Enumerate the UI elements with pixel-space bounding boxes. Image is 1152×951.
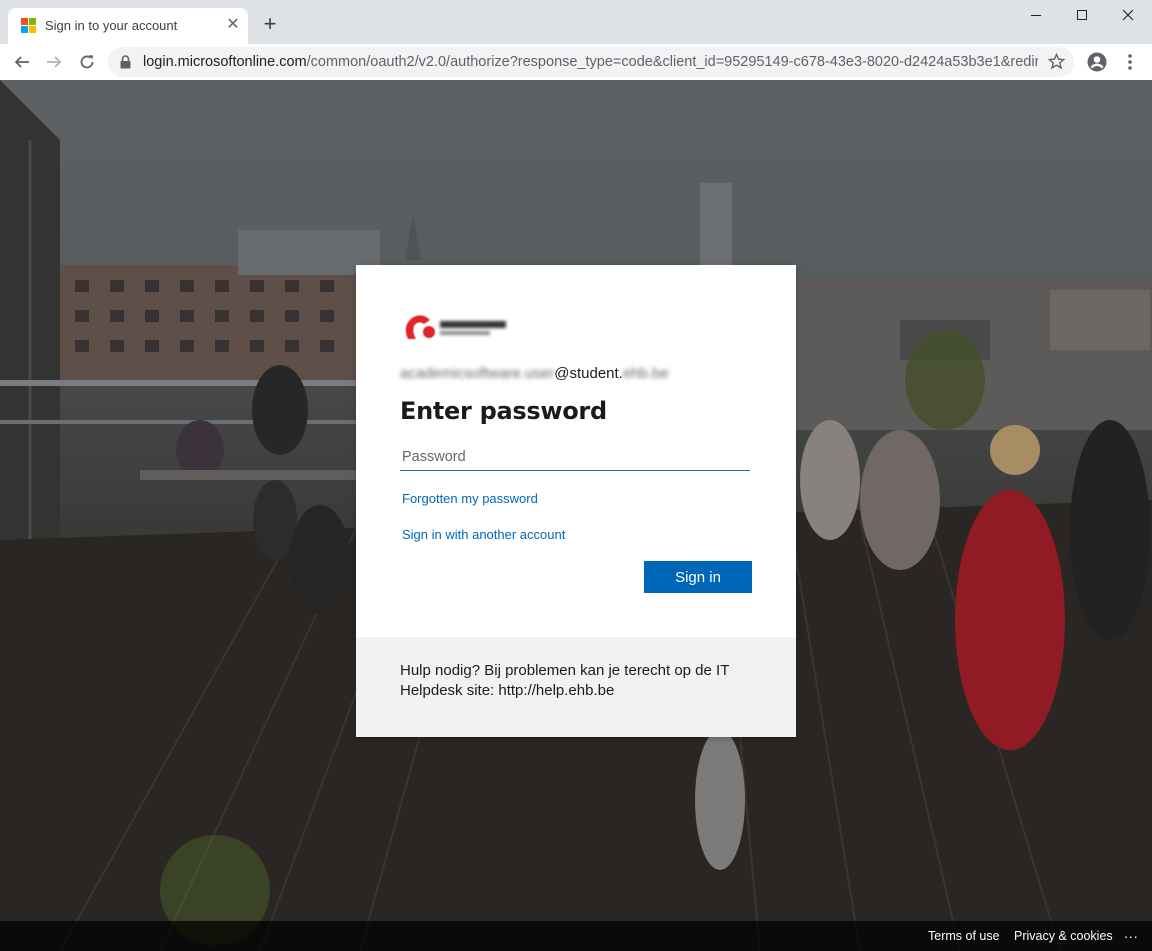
page-title: Enter password: [400, 397, 607, 425]
sign-in-button[interactable]: Sign in: [644, 561, 752, 593]
forgot-password-link[interactable]: Forgotten my password: [402, 491, 538, 506]
help-text: Hulp nodig? Bij problemen kan je terecht…: [400, 662, 730, 699]
url-text: login.microsoftonline.com/common/oauth2/…: [143, 54, 1038, 70]
forward-arrow-icon[interactable]: [40, 48, 68, 76]
account-identity: academicsoftware.user@student.ehb.be: [400, 365, 669, 382]
star-icon[interactable]: [1047, 52, 1066, 75]
card-footer: Hulp nodig? Bij problemen kan je terecht…: [356, 637, 796, 737]
reload-icon[interactable]: [73, 48, 101, 76]
password-field[interactable]: [400, 443, 750, 471]
lock-icon: [120, 55, 131, 74]
back-arrow-icon[interactable]: [8, 48, 36, 76]
browser-tab[interactable]: Sign in to your account ✕: [8, 8, 248, 44]
other-account-link[interactable]: Sign in with another account: [402, 527, 565, 542]
account-icon[interactable]: [1083, 48, 1111, 76]
browser-toolbar: login.microsoftonline.com/common/oauth2/…: [0, 44, 1152, 80]
privacy-link[interactable]: Privacy & cookies: [1014, 929, 1113, 943]
signin-card: academicsoftware.user@student.ehb.be Ent…: [356, 265, 796, 737]
page-footer: Terms of use Privacy & cookies ...: [0, 921, 1152, 951]
minimize-icon[interactable]: [1013, 0, 1059, 30]
microsoft-logo-icon: [21, 18, 37, 34]
more-options-icon[interactable]: ...: [1124, 925, 1139, 941]
terms-link[interactable]: Terms of use: [928, 929, 1000, 943]
plus-icon[interactable]: +: [258, 13, 282, 37]
organization-logo: [405, 315, 506, 339]
tab-title: Sign in to your account: [45, 18, 178, 33]
close-icon[interactable]: ✕: [224, 16, 242, 34]
browser-chrome: Sign in to your account ✕ + login.micros…: [0, 0, 1152, 80]
address-bar[interactable]: login.microsoftonline.com/common/oauth2/…: [108, 47, 1074, 77]
more-vertical-icon[interactable]: [1116, 48, 1144, 76]
maximize-icon[interactable]: [1059, 0, 1105, 30]
window-close-icon[interactable]: [1105, 0, 1151, 30]
